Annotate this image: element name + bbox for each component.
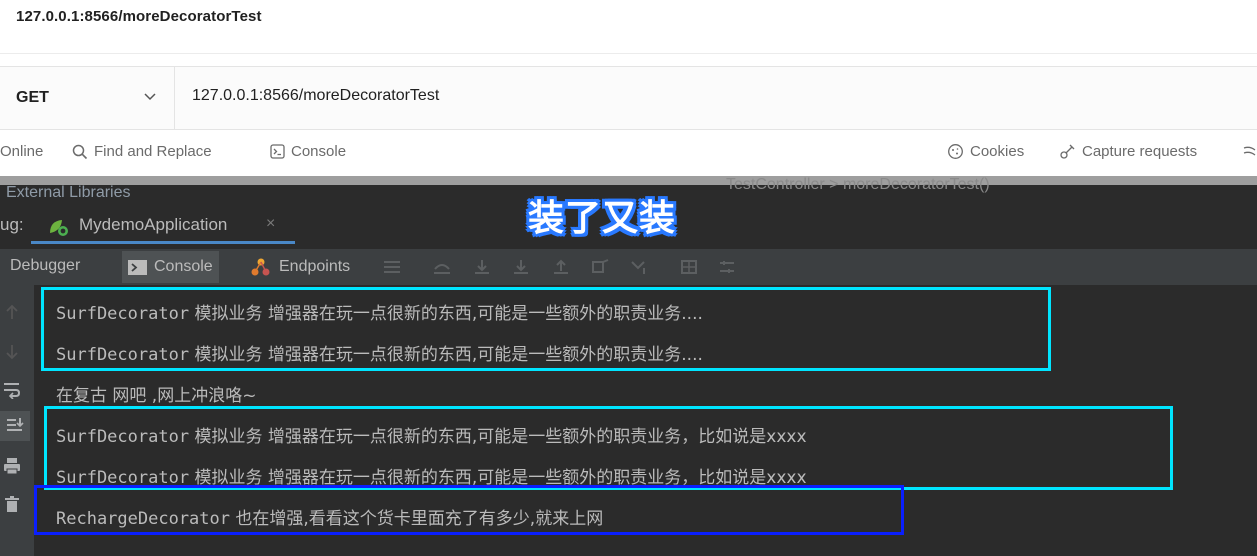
capture-icon	[1060, 144, 1075, 159]
method-label: GET	[16, 89, 49, 106]
spring-boot-icon	[50, 220, 68, 236]
highlight-box	[41, 287, 1051, 371]
search-icon	[72, 144, 88, 159]
http-client-panel: 127.0.0.1:8566/moreDecoratorTest GET 127…	[0, 0, 1257, 176]
capture-requests-button[interactable]: Capture requests	[1059, 143, 1197, 160]
cookies-label: Cookies	[970, 143, 1025, 160]
menu-icon[interactable]	[383, 259, 401, 275]
endpoints-icon	[251, 258, 270, 276]
console-label: Console	[291, 143, 347, 160]
console-gutter	[0, 285, 34, 556]
print-icon[interactable]	[3, 457, 21, 475]
status-footer: Online Find and Replace Console Cookies …	[0, 138, 1257, 166]
force-step-into-icon[interactable]	[512, 259, 530, 275]
url-input[interactable]: 127.0.0.1:8566/moreDecoratorTest	[192, 87, 439, 105]
run-tabs-row: ug: MydemoApplication ×	[0, 211, 1257, 244]
trace-icon[interactable]	[718, 259, 736, 275]
method-select[interactable]: GET	[0, 67, 175, 129]
drop-frame-icon[interactable]	[591, 259, 609, 275]
scroll-to-end-icon	[7, 418, 24, 431]
ide-panel: External Libraries TestController > more…	[0, 176, 1257, 556]
console-button[interactable]: Console	[270, 143, 346, 160]
debugger-label: Debugger	[10, 257, 81, 274]
request-bar: GET 127.0.0.1:8566/moreDecoratorTest	[0, 66, 1257, 130]
overflow-icon[interactable]	[1242, 145, 1257, 160]
capture-label: Capture requests	[1082, 143, 1198, 160]
soft-wrap-icon[interactable]	[3, 381, 21, 399]
screenshot-divider	[0, 176, 1257, 185]
terminal-icon	[270, 144, 285, 159]
tab-debugger[interactable]: Debugger	[10, 257, 80, 275]
scroll-to-end-toggle[interactable]	[0, 411, 30, 441]
run-tab-label: MydemoApplication	[79, 215, 228, 234]
tab-mydemo-application[interactable]: MydemoApplication ×	[31, 211, 295, 244]
request-tab-title[interactable]: 127.0.0.1:8566/moreDecoratorTest	[16, 8, 262, 25]
arrow-down-icon[interactable]	[3, 343, 21, 361]
cookie-icon	[948, 144, 963, 159]
highlight-box	[34, 485, 904, 535]
run-label: ug:	[0, 215, 24, 234]
tab-console[interactable]: Console	[122, 251, 219, 283]
trash-icon[interactable]	[3, 495, 21, 513]
run-to-cursor-icon[interactable]	[630, 259, 648, 275]
external-libraries-node[interactable]: External Libraries	[6, 184, 131, 202]
step-into-icon[interactable]	[473, 259, 491, 275]
evaluate-icon[interactable]	[680, 259, 698, 275]
close-icon[interactable]: ×	[266, 215, 275, 233]
find-replace-label: Find and Replace	[94, 143, 212, 160]
find-replace-button[interactable]: Find and Replace	[72, 143, 212, 160]
step-over-icon[interactable]	[433, 259, 451, 275]
console-icon	[128, 259, 147, 275]
online-label: Online	[0, 143, 44, 160]
arrow-up-icon[interactable]	[3, 303, 21, 321]
highlight-box	[44, 406, 1173, 490]
console-tab-label: Console	[154, 258, 213, 275]
divider	[0, 53, 1257, 54]
tab-endpoints[interactable]: Endpoints	[250, 257, 350, 277]
breadcrumb: TestController > moreDecoratorTest()	[726, 176, 990, 193]
step-out-icon[interactable]	[552, 259, 570, 275]
endpoints-label: Endpoints	[279, 258, 351, 275]
console-output[interactable]: SurfDecorator 模拟业务 增强器在玩一点很新的东西,可能是一些额外的…	[34, 285, 1257, 556]
console-line: 在复古 网吧 ,网上冲浪咯~	[56, 386, 257, 406]
chevron-down-icon	[144, 93, 156, 101]
debug-toolbar: Debugger Console Endpoints	[0, 249, 1257, 285]
online-status[interactable]: Online	[0, 143, 43, 160]
cookies-button[interactable]: Cookies	[947, 143, 1024, 160]
